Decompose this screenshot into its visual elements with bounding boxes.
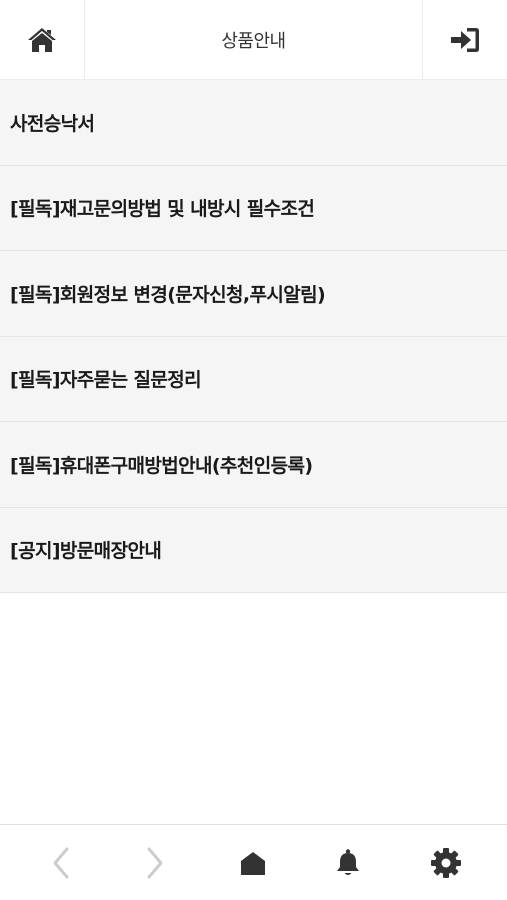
home-icon xyxy=(28,28,56,52)
header-login-button[interactable] xyxy=(422,0,507,80)
list-item[interactable]: [필독]회원정보 변경(문자신청,푸시알림) xyxy=(0,251,507,337)
page-title: 상품안내 xyxy=(221,31,286,52)
bell-icon xyxy=(337,849,359,875)
list-item-label: [필독]자주묻는 질문정리 xyxy=(10,369,202,392)
notification-button[interactable] xyxy=(318,825,378,900)
settings-button[interactable] xyxy=(416,825,476,900)
list-item-label: [필독]휴대폰구매방법안내(추천인등록) xyxy=(10,454,313,477)
home-icon xyxy=(241,852,265,875)
back-button[interactable] xyxy=(31,825,91,900)
list-item-label: 사전승낙서 xyxy=(10,112,95,135)
top-header: 상품안내 xyxy=(0,0,507,80)
list-item-label: [공지]방문매장안내 xyxy=(10,540,162,563)
bottom-home-button[interactable] xyxy=(223,825,283,900)
gear-icon xyxy=(431,848,461,878)
back-arrow-icon xyxy=(53,847,69,879)
list-item[interactable]: [필독]재고문의방법 및 내방시 필수조건 xyxy=(0,165,507,251)
app-screen: 상품안내 사전승낙서 [필독]재고문의방법 및 내방시 필수조건 [필독]회원정… xyxy=(0,0,507,900)
list-item[interactable]: [필독]자주묻는 질문정리 xyxy=(0,336,507,422)
list-item[interactable]: 사전승낙서 xyxy=(0,80,507,166)
list-item[interactable]: [필독]휴대폰구매방법안내(추천인등록) xyxy=(0,422,507,508)
header-home-button[interactable] xyxy=(0,0,85,80)
sign-in-icon xyxy=(451,28,479,52)
bottom-nav-bar xyxy=(0,824,507,900)
list-item-label: [필독]회원정보 변경(문자신청,푸시알림) xyxy=(10,283,326,306)
forward-button[interactable] xyxy=(125,825,185,900)
list-item-label: [필독]재고문의방법 및 내방시 필수조건 xyxy=(10,198,315,221)
list-item[interactable]: [공지]방문매장안내 xyxy=(0,507,507,593)
notice-list: 사전승낙서 [필독]재고문의방법 및 내방시 필수조건 [필독]회원정보 변경(… xyxy=(0,80,507,593)
forward-arrow-icon xyxy=(147,847,163,879)
